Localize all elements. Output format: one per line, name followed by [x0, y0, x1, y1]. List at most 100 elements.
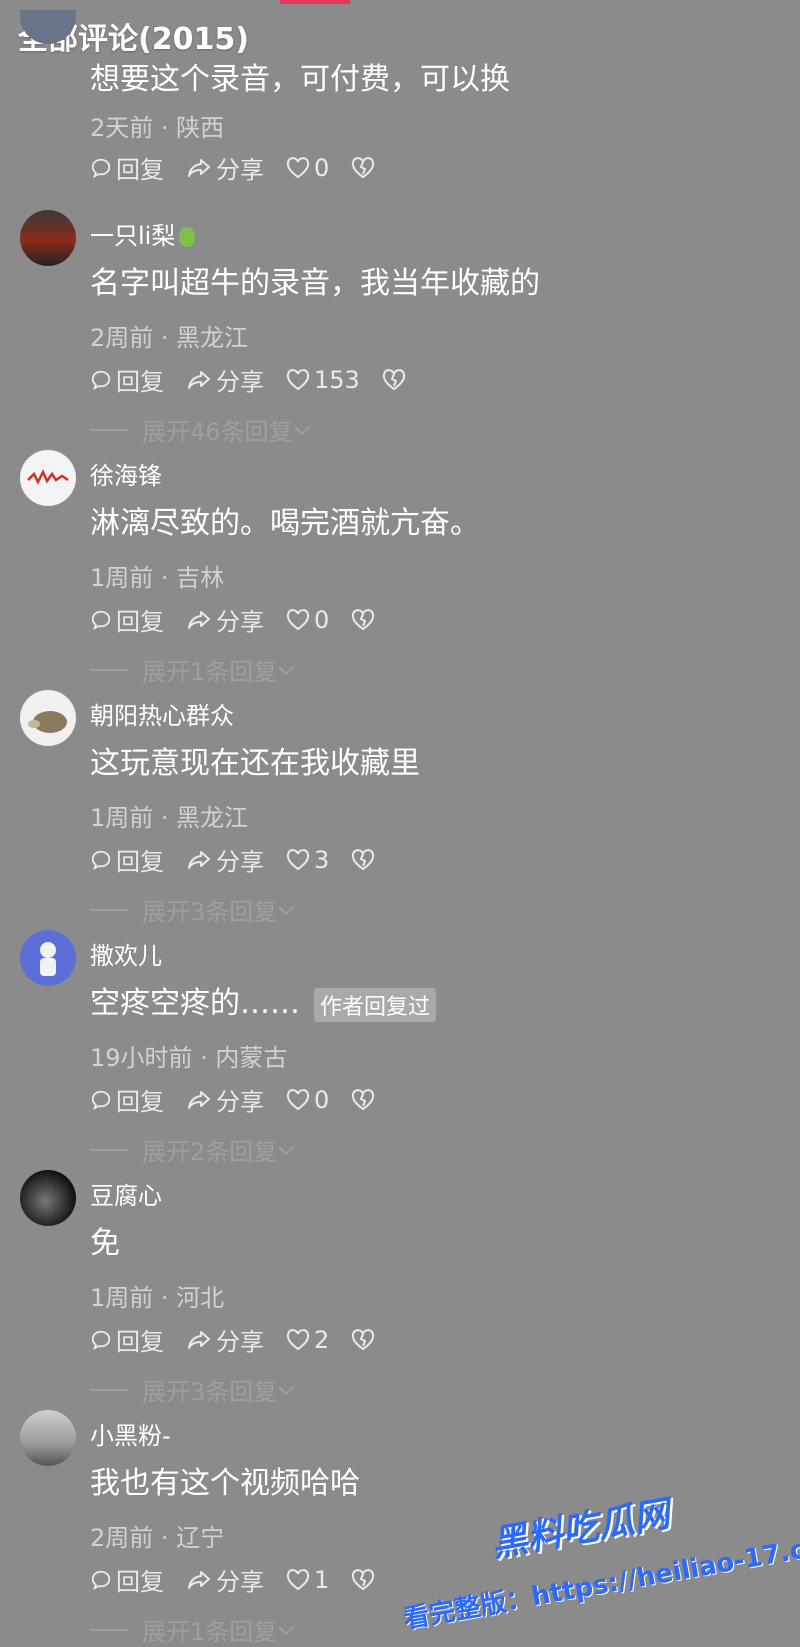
- reply-button[interactable]: 回复: [90, 1562, 164, 1597]
- expand-label: 展开2条回复: [142, 1138, 278, 1166]
- share-label: 分享: [216, 848, 264, 876]
- share-icon: [188, 610, 210, 629]
- expand-replies[interactable]: 展开2条回复: [90, 1132, 295, 1167]
- like-count: 0: [314, 1085, 330, 1114]
- comment-text: 淋漓尽致的。喝完酒就亢奋。: [90, 506, 480, 541]
- heart-icon: [286, 368, 310, 390]
- chevron-down-icon: [278, 665, 294, 675]
- dislike-button[interactable]: [382, 368, 410, 391]
- reply-button[interactable]: 回复: [90, 362, 164, 397]
- reply-label: 回复: [116, 1568, 164, 1596]
- avatar[interactable]: [20, 1410, 76, 1466]
- like-button[interactable]: 0: [286, 154, 329, 182]
- dislike-heart-icon: [352, 1568, 375, 1590]
- reply-label: 回复: [116, 368, 164, 396]
- comment-username[interactable]: 朝阳热心群众: [90, 696, 234, 731]
- dislike-heart-icon: [352, 1088, 375, 1110]
- expand-replies[interactable]: 展开1条回复: [90, 1612, 295, 1647]
- comment-text: 我也有这个视频哈哈: [90, 1466, 360, 1501]
- like-count: 2: [314, 1325, 330, 1354]
- pear-icon: [179, 227, 196, 247]
- share-button[interactable]: 分享: [186, 842, 264, 877]
- expand-label: 展开1条回复: [142, 1618, 278, 1646]
- avatar[interactable]: [20, 1170, 76, 1226]
- reply-button[interactable]: 回复: [90, 150, 164, 185]
- dislike-button[interactable]: [351, 156, 379, 179]
- comment-actions: 回复 分享 3: [90, 842, 401, 877]
- share-icon: [188, 1330, 210, 1349]
- dislike-button[interactable]: [351, 608, 379, 631]
- comment-meta: 2天前 · 陕西: [90, 114, 225, 142]
- like-button[interactable]: 153: [286, 366, 360, 394]
- comment-icon: [91, 370, 111, 390]
- comment-username[interactable]: 一只li梨: [90, 216, 196, 251]
- share-label: 分享: [216, 608, 264, 636]
- comment-icon: [91, 1570, 111, 1590]
- comment-icon: [91, 1090, 111, 1110]
- like-button[interactable]: 1: [286, 1566, 329, 1594]
- like-button[interactable]: 0: [286, 1086, 329, 1114]
- reply-label: 回复: [116, 1328, 164, 1356]
- reply-button[interactable]: 回复: [90, 1082, 164, 1117]
- expand-label: 展开3条回复: [142, 898, 278, 926]
- chevron-down-icon: [278, 1385, 294, 1395]
- comment-username[interactable]: 徐海锋: [90, 456, 162, 491]
- like-button[interactable]: 3: [286, 846, 329, 874]
- comment-username[interactable]: 撒欢儿: [90, 936, 162, 971]
- dislike-button[interactable]: [351, 1088, 379, 1111]
- share-button[interactable]: 分享: [186, 1322, 264, 1357]
- reply-button[interactable]: 回复: [90, 842, 164, 877]
- avatar[interactable]: [20, 930, 76, 986]
- reply-label: 回复: [116, 156, 164, 184]
- like-button[interactable]: 0: [286, 606, 329, 634]
- comment-username[interactable]: 小黑粉-: [90, 1416, 171, 1451]
- comment-meta: 1周前 · 吉林: [90, 564, 225, 592]
- chevron-down-icon: [278, 905, 294, 915]
- heart-icon: [286, 608, 310, 630]
- reply-label: 回复: [116, 608, 164, 636]
- expand-replies[interactable]: 展开3条回复: [90, 1372, 295, 1407]
- dislike-button[interactable]: [351, 1568, 379, 1591]
- share-button[interactable]: 分享: [186, 602, 264, 637]
- dislike-heart-icon: [382, 368, 405, 390]
- heart-icon: [286, 156, 310, 178]
- comment-icon: [91, 1330, 111, 1350]
- share-button[interactable]: 分享: [186, 362, 264, 397]
- dislike-heart-icon: [352, 1328, 375, 1350]
- share-icon: [188, 1570, 210, 1589]
- share-icon: [188, 850, 210, 869]
- like-count: 0: [314, 153, 330, 182]
- dislike-button[interactable]: [351, 848, 379, 871]
- comment-actions: 回复 分享 0: [90, 602, 401, 637]
- like-button[interactable]: 2: [286, 1326, 329, 1354]
- share-button[interactable]: 分享: [186, 150, 264, 185]
- comment-meta: 19小时前 · 内蒙古: [90, 1044, 288, 1072]
- comment-username[interactable]: 豆腐心: [90, 1176, 162, 1211]
- expand-divider: [90, 1628, 128, 1631]
- expand-replies[interactable]: 展开1条回复: [90, 652, 295, 687]
- dislike-button[interactable]: [351, 1328, 379, 1351]
- like-count: 153: [314, 365, 360, 394]
- avatar[interactable]: [20, 690, 76, 746]
- like-count: 3: [314, 845, 330, 874]
- heart-icon: [286, 848, 310, 870]
- share-label: 分享: [216, 156, 264, 184]
- expand-label: 展开3条回复: [142, 1378, 278, 1406]
- reply-button[interactable]: 回复: [90, 1322, 164, 1357]
- expand-replies[interactable]: 展开46条回复: [90, 412, 311, 447]
- dislike-heart-icon: [352, 848, 375, 870]
- share-button[interactable]: 分享: [186, 1082, 264, 1117]
- expand-label: 展开46条回复: [142, 418, 293, 446]
- comment-text-content: 空疼空疼的……: [90, 986, 300, 1021]
- share-icon: [188, 1090, 210, 1109]
- reply-button[interactable]: 回复: [90, 602, 164, 637]
- like-count: 0: [314, 605, 330, 634]
- comment-text: 名字叫超牛的录音，我当年收藏的: [90, 266, 540, 301]
- avatar[interactable]: [20, 450, 76, 506]
- expand-divider: [90, 1148, 128, 1151]
- expand-replies[interactable]: 展开3条回复: [90, 892, 295, 927]
- chevron-down-icon: [278, 1145, 294, 1155]
- avatar[interactable]: [20, 210, 76, 266]
- expand-divider: [90, 668, 128, 671]
- share-button[interactable]: 分享: [186, 1562, 264, 1597]
